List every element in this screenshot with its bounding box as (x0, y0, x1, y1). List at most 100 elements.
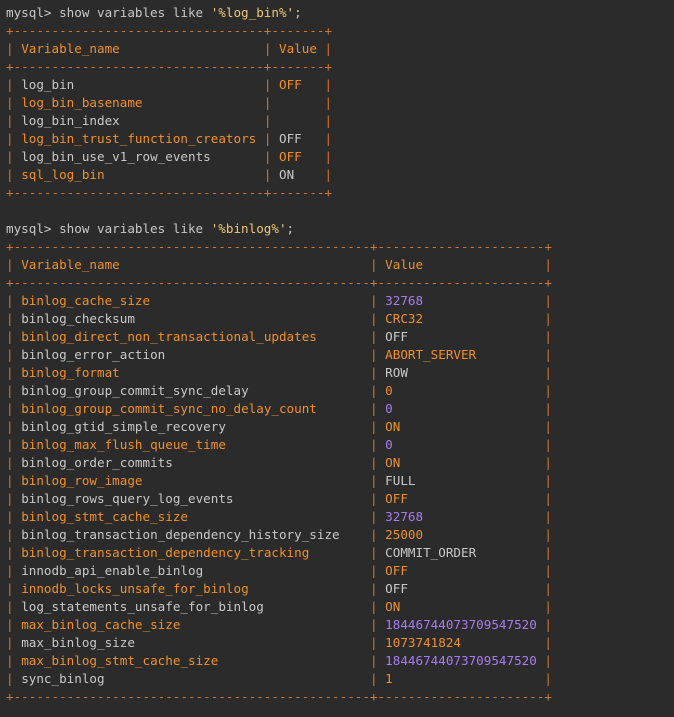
table-row: | log_bin_use_v1_row_events | OFF | (6, 148, 674, 166)
cell-separator: | (6, 653, 14, 668)
variable-name: binlog_transaction_dependency_history_si… (21, 527, 340, 542)
table-row: | binlog_group_commit_sync_delay | 0 | (6, 382, 674, 400)
variable-name: binlog_max_flush_queue_time (21, 437, 226, 452)
cell-padding (264, 599, 370, 614)
cell-padding (135, 311, 370, 326)
cell-separator: | (544, 257, 553, 272)
cell-separator: | (6, 149, 14, 164)
variable-value: ABORT_SERVER (385, 347, 477, 362)
cell-separator: | (544, 527, 553, 542)
cell-separator: | (544, 311, 552, 326)
cell-padding (416, 473, 545, 488)
table-row: | innodb_locks_unsafe_for_binlog | OFF | (6, 580, 674, 598)
cell-separator: | (369, 581, 378, 596)
cell-padding (249, 581, 370, 596)
cell-padding (340, 527, 370, 542)
cell-padding (256, 131, 264, 146)
cell-separator: | (6, 455, 14, 470)
cell-padding (317, 401, 370, 416)
cell-separator: | (544, 365, 552, 380)
variable-name: binlog_rows_query_log_events (21, 491, 234, 506)
cell-padding (423, 257, 544, 272)
cell-separator: | (369, 563, 378, 578)
variable-name: binlog_checksum (21, 311, 135, 326)
cell-separator: | (544, 383, 553, 398)
table-row: | binlog_gtid_simple_recovery | ON | (6, 418, 674, 436)
variable-name: binlog_direct_non_transactional_updates (21, 329, 317, 344)
cell-separator: | (544, 635, 552, 650)
cell-padding (400, 599, 544, 614)
variable-value: ON (385, 599, 401, 614)
variable-value: 25000 (385, 527, 424, 542)
cell-padding (218, 653, 370, 668)
pattern-string: '%log_bin%' (210, 5, 295, 20)
cell-padding (317, 329, 370, 344)
cell-separator: | (544, 671, 552, 686)
cell-padding (393, 437, 545, 452)
cell-separator: | (6, 635, 14, 650)
cell-separator: | (369, 257, 378, 272)
cell-separator: | (6, 167, 14, 182)
terminal-window[interactable]: mysql> show variables like '%log_bin%'; … (0, 0, 674, 706)
table-row: | binlog_row_image | FULL | (6, 472, 674, 490)
cell-separator: | (544, 401, 552, 416)
variable-value: ON (385, 455, 401, 470)
cell-separator: | (324, 77, 333, 92)
command-line: mysql> show variables like '%binlog%'; (6, 220, 674, 238)
cell-separator: | (369, 329, 378, 344)
cell-padding (294, 167, 324, 182)
cell-padding (400, 455, 544, 470)
table-border: +---------------------------------------… (6, 239, 552, 254)
cell-separator: | (369, 509, 378, 524)
cell-padding (105, 671, 370, 686)
cell-separator: | (369, 527, 378, 542)
cell-padding (317, 41, 325, 56)
cell-separator: | (6, 563, 14, 578)
table-row: | sql_log_bin | ON | (6, 166, 674, 184)
cell-separator: | (6, 311, 14, 326)
cell-separator: | (6, 437, 14, 452)
cell-padding (461, 635, 544, 650)
variable-name: max_binlog_size (21, 635, 135, 650)
cell-separator: | (369, 347, 378, 362)
variable-value: ROW (385, 365, 408, 380)
variable-name: binlog_format (21, 365, 120, 380)
cell-separator: | (6, 401, 14, 416)
cell-separator: | (6, 473, 14, 488)
table-row: | max_binlog_stmt_cache_size | 184467440… (6, 652, 674, 670)
cell-separator: | (6, 41, 14, 56)
terminator: ; (294, 5, 302, 20)
table-border: +---------------------------------------… (6, 689, 552, 704)
cell-separator: | (6, 617, 14, 632)
cell-padding (423, 293, 544, 308)
column-header-value: Value (279, 41, 317, 56)
variable-name: sync_binlog (21, 671, 105, 686)
cell-padding (226, 437, 370, 452)
cell-separator: | (544, 419, 552, 434)
cell-padding (302, 131, 325, 146)
cell-separator: | (369, 383, 378, 398)
variable-value: 18446744073709547520 (385, 617, 537, 632)
table-row: | binlog_rows_query_log_events | OFF | (6, 490, 674, 508)
table-border: +---------------------------------------… (6, 275, 552, 290)
variable-value: COMMIT_ORDER (385, 545, 477, 560)
cell-padding (135, 635, 370, 650)
cell-separator: | (369, 311, 378, 326)
cell-separator: | (6, 599, 14, 614)
cell-padding (180, 617, 370, 632)
cell-separator: | (369, 293, 378, 308)
table-header: | Variable_name | Value | (6, 40, 674, 58)
table-row: | binlog_transaction_dependency_history_… (6, 526, 674, 544)
table-row: | log_statements_unsafe_for_binlog | ON … (6, 598, 674, 616)
cell-padding (271, 167, 279, 182)
cell-separator: | (369, 635, 378, 650)
variable-name: binlog_order_commits (21, 455, 173, 470)
cell-separator: | (369, 617, 378, 632)
cell-padding (249, 383, 370, 398)
table-row: | binlog_stmt_cache_size | 32768 | (6, 508, 674, 526)
cell-separator: | (6, 347, 14, 362)
cell-separator: | (369, 671, 378, 686)
variable-name: binlog_group_commit_sync_delay (21, 383, 249, 398)
variable-value: OFF (279, 131, 302, 146)
variable-value: OFF (279, 149, 302, 164)
